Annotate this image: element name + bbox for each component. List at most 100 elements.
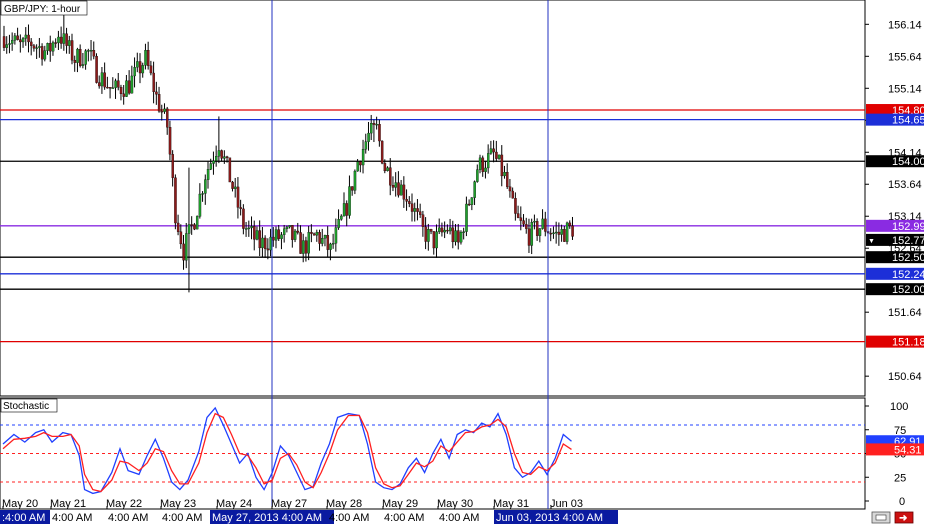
candle[interactable]: [195, 215, 199, 230]
candle-body: [168, 127, 172, 155]
candle-body: [408, 201, 411, 204]
candle-body: [212, 160, 215, 164]
candle[interactable]: [380, 140, 384, 165]
price-label-text: 154.00: [892, 156, 925, 168]
price-label-text: 154.65: [892, 115, 925, 127]
price-label-152.24: 152.24: [866, 267, 925, 281]
candle-body: [255, 230, 259, 240]
x-date-label: May 30: [437, 498, 473, 510]
candle-body: [40, 46, 44, 60]
candle-body: [239, 207, 242, 210]
candle-body: [321, 238, 324, 244]
current-price-text: 152.77: [892, 235, 925, 247]
candle-body: [296, 230, 300, 233]
price-tick-label: 155.14: [888, 83, 922, 95]
candle-body: [416, 208, 419, 212]
exit-arrow-icon[interactable]: ➜: [894, 511, 914, 524]
candle-body: [247, 227, 251, 230]
candle-body: [187, 224, 191, 234]
stochastic-title: Stochastic: [3, 401, 49, 412]
candle-body: [535, 220, 539, 236]
candle-body: [312, 233, 316, 236]
candle-body: [511, 190, 514, 199]
candle-body: [46, 43, 49, 51]
price-label-152.50: 152.50: [866, 251, 925, 264]
candle-body: [62, 33, 66, 44]
candle-body: [242, 208, 245, 229]
candle-body: [299, 232, 302, 254]
candle-body: [506, 172, 509, 187]
candle-body: [70, 40, 74, 61]
price-label-text: 152.50: [892, 252, 925, 264]
candle-body: [432, 231, 436, 249]
price-tick-label: 156.14: [888, 19, 922, 31]
candle-body: [345, 203, 349, 216]
candle-body: [100, 72, 104, 87]
price-tick-label: 151.64: [888, 307, 922, 319]
candle-body: [340, 215, 343, 220]
candle-body: [38, 46, 41, 48]
candle-body: [73, 60, 77, 63]
candle-body: [198, 193, 202, 217]
candle-body: [446, 229, 449, 232]
candle-body: [277, 229, 281, 239]
candle-body: [176, 222, 180, 232]
x-date-label: Jun 03: [550, 498, 583, 510]
candle-body: [5, 44, 9, 48]
screenshot-icon[interactable]: [871, 511, 891, 524]
candle[interactable]: [565, 221, 569, 245]
candle-body: [190, 224, 194, 226]
price-label-154.00: 154.00: [866, 155, 925, 168]
candle-body: [331, 243, 335, 245]
candle-body: [65, 33, 68, 46]
candle-body: [155, 91, 158, 95]
candle-body: [182, 243, 185, 261]
candle-body: [174, 177, 177, 224]
candle-body: [476, 169, 479, 182]
candle-body: [397, 182, 400, 196]
candle-body: [508, 186, 512, 192]
candle-body: [375, 124, 378, 126]
candle[interactable]: [228, 157, 232, 183]
candle-body: [383, 163, 387, 172]
candle-body: [389, 167, 392, 186]
candle-body: [209, 163, 213, 170]
candle-body: [35, 47, 38, 49]
candle-body: [266, 248, 270, 251]
candle-body: [32, 45, 36, 49]
candle-body: [24, 34, 28, 39]
candle-body: [568, 222, 572, 226]
candle-body: [457, 230, 460, 243]
x-date-label: May 23: [160, 498, 196, 510]
candle-body: [454, 230, 457, 243]
candle-body: [114, 80, 117, 88]
candle-body: [522, 220, 525, 225]
crosshair-time-label: Jun 03, 2013 4:00 AM: [496, 512, 603, 524]
candle[interactable]: [174, 174, 177, 230]
x-date-label: May 22: [106, 498, 142, 510]
candle-body: [108, 87, 112, 89]
candle-body: [125, 80, 128, 97]
candle-body: [269, 236, 272, 251]
candle-body: [364, 141, 368, 150]
candle-body: [394, 182, 398, 188]
candle-body: [106, 86, 109, 89]
candle-body: [525, 224, 528, 229]
candle-body: [225, 156, 229, 158]
candle-body: [231, 181, 234, 189]
candle-body: [459, 231, 463, 243]
candle[interactable]: [353, 169, 357, 195]
candle-body: [304, 240, 308, 254]
candle-body: [217, 150, 221, 157]
candle-body: [427, 229, 430, 242]
x-time-label: 4:00 AM: [52, 512, 92, 524]
x-time-label: 4:00 AM: [439, 512, 479, 524]
candle-body: [465, 203, 468, 232]
price-panel[interactable]: [0, 0, 866, 397]
candle-body: [280, 234, 283, 239]
price-label-text: 152.24: [892, 269, 925, 281]
candle[interactable]: [95, 53, 98, 84]
stochastic-value-text: 54.31: [894, 444, 922, 456]
candle-body: [372, 122, 376, 125]
x-date-label: May 31: [493, 498, 529, 510]
